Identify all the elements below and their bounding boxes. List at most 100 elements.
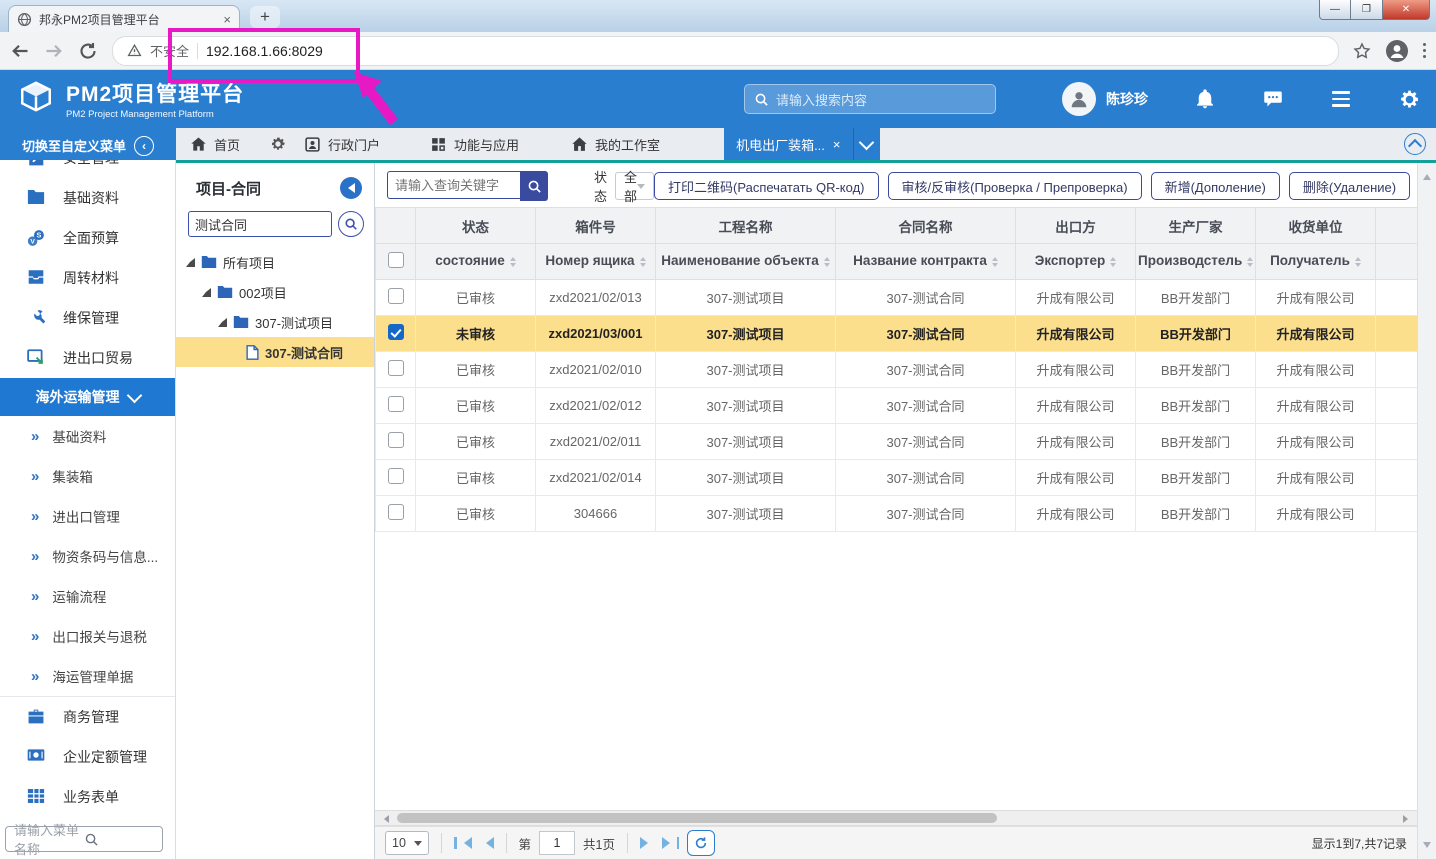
sidebar-subitem[interactable]: »运输流程	[0, 576, 175, 616]
panel-collapse-button[interactable]	[340, 177, 362, 199]
first-page-button[interactable]	[454, 837, 472, 849]
sidebar-item-shield[interactable]: 安全管理	[0, 160, 175, 178]
action-button-2[interactable]: 新增(Дополение)	[1151, 172, 1280, 200]
menu-search-input[interactable]: 请输入菜单名称	[5, 826, 163, 852]
status-select[interactable]: 全部	[615, 172, 654, 200]
notifications-bell-icon[interactable]	[1194, 88, 1216, 110]
nav-item-home[interactable]: 首页	[190, 135, 240, 154]
sort-icon[interactable]	[1110, 254, 1116, 270]
browser-profile-icon[interactable]	[1385, 39, 1409, 63]
column-header-cn[interactable]: 状态	[416, 208, 536, 244]
sidebar-item-banknote[interactable]: 企业定额管理	[0, 737, 175, 777]
column-header-ru[interactable]: Номер ящика	[536, 244, 656, 280]
nav-item-admin-portal[interactable]: 行政门户	[304, 135, 380, 154]
user-avatar[interactable]	[1062, 82, 1096, 116]
restore-button[interactable]: ❐	[1351, 0, 1383, 20]
scroll-right-icon[interactable]	[1403, 815, 1412, 823]
settings-gear-icon[interactable]	[1398, 88, 1420, 110]
sidebar-item-folder[interactable]: 基础资料	[0, 178, 175, 218]
column-header-ru[interactable]: Экспортер	[1016, 244, 1136, 280]
column-header-cn[interactable]: 箱件号	[536, 208, 656, 244]
row-checkbox[interactable]	[388, 504, 404, 520]
scroll-down-icon[interactable]	[1423, 842, 1431, 852]
sort-icon[interactable]	[510, 254, 516, 270]
tree-expander-icon[interactable]	[186, 258, 195, 267]
sort-icon[interactable]	[1355, 254, 1361, 270]
scroll-up-icon[interactable]	[1423, 170, 1431, 180]
table-row[interactable]: 已审核zxd2021/02/010307-测试项目307-测试合同升成有限公司B…	[376, 352, 1418, 388]
column-header-ru[interactable]: Получатель	[1256, 244, 1376, 280]
column-header-cn[interactable]: 合同名称	[836, 208, 1016, 244]
user-block[interactable]: 陈珍珍	[1062, 82, 1148, 116]
column-header-ru[interactable]: состояние	[416, 244, 536, 280]
tree-node-002[interactable]: 002项目	[176, 277, 374, 307]
sidebar-item-briefcase[interactable]: 商务管理	[0, 697, 175, 737]
sidebar-subitem[interactable]: »海运管理单据	[0, 656, 175, 696]
row-checkbox[interactable]	[388, 468, 404, 484]
column-header-cn[interactable]: 工程名称	[656, 208, 836, 244]
row-checkbox[interactable]	[388, 432, 404, 448]
tab-dropdown-button[interactable]	[853, 128, 880, 160]
select-all-checkbox[interactable]	[388, 252, 404, 268]
sidebar-subitem[interactable]: »物资条码与信息...	[0, 536, 175, 576]
sidebar-item-overseas-transport[interactable]: 海外运输管理	[0, 378, 175, 416]
table-row[interactable]: 已审核zxd2021/02/013307-测试项目307-测试合同升成有限公司B…	[376, 280, 1418, 316]
tree-expander-icon[interactable]	[202, 288, 211, 297]
forward-icon[interactable]	[44, 41, 64, 61]
table-row[interactable]: 已审核zxd2021/02/011307-测试项目307-测试合同升成有限公司B…	[376, 424, 1418, 460]
sidebar-subitem[interactable]: »进出口管理	[0, 496, 175, 536]
prev-page-button[interactable]	[480, 837, 494, 849]
action-button-1[interactable]: 审核/反审核(Проверка / Препроверка)	[888, 172, 1142, 200]
sidebar-item-grid[interactable]: 业务表单	[0, 777, 175, 817]
tree-search-input[interactable]	[188, 211, 332, 237]
vertical-scrollbar[interactable]	[1417, 163, 1436, 859]
column-header-ru[interactable]: Название контракта	[836, 244, 1016, 280]
column-header-cn[interactable]: 生产厂家	[1136, 208, 1256, 244]
sort-icon[interactable]	[1247, 254, 1253, 270]
page-number-input[interactable]	[539, 831, 575, 855]
global-search-input[interactable]: 请输入搜索内容	[744, 84, 996, 114]
action-button-0[interactable]: 打印二维码(Распечатать QR-код)	[654, 172, 878, 200]
reload-icon[interactable]	[78, 41, 98, 61]
sidebar-item-trade[interactable]: 进出口贸易	[0, 338, 175, 378]
tab-close-icon[interactable]: ×	[833, 137, 841, 152]
row-checkbox[interactable]	[388, 288, 404, 304]
row-checkbox[interactable]	[388, 324, 404, 340]
action-button-3[interactable]: 删除(Удаление)	[1289, 172, 1410, 200]
hamburger-menu-icon[interactable]	[1330, 88, 1352, 110]
sidebar-item-budget[interactable]: SV全面预算	[0, 218, 175, 258]
table-row[interactable]: 已审核304666307-测试项目307-测试合同升成有限公司BB开发部门升成有…	[376, 496, 1418, 532]
sort-icon[interactable]	[640, 254, 646, 270]
nav-item-my-workshop[interactable]: 我的工作室	[571, 135, 660, 154]
nav-gear-button[interactable]	[270, 136, 286, 152]
sort-icon[interactable]	[824, 254, 830, 270]
row-checkbox[interactable]	[388, 360, 404, 376]
new-tab-button[interactable]: +	[250, 6, 280, 28]
scroll-left-icon[interactable]	[380, 815, 389, 823]
sidebar-item-drawer[interactable]: 周转材料	[0, 258, 175, 298]
sort-icon[interactable]	[992, 254, 998, 270]
nav-item-functions-apps[interactable]: 功能与应用	[430, 135, 519, 154]
back-icon[interactable]	[10, 41, 30, 61]
sidebar-subitem[interactable]: »集装箱	[0, 456, 175, 496]
sidebar-subitem[interactable]: »出口报关与退税	[0, 616, 175, 656]
horizontal-scrollbar[interactable]	[375, 810, 1417, 826]
tab-close-icon[interactable]: ×	[223, 12, 231, 27]
next-page-button[interactable]	[640, 837, 654, 849]
close-button[interactable]: ✕	[1383, 0, 1430, 20]
page-size-select[interactable]: 10	[385, 831, 429, 855]
scrollbar-thumb[interactable]	[397, 813, 997, 823]
active-tab-packing-list[interactable]: 机电出厂装箱... ×	[724, 128, 852, 160]
sidebar-subitem[interactable]: »基础资料	[0, 416, 175, 456]
tree-expander-icon[interactable]	[218, 318, 227, 327]
switch-custom-menu-button[interactable]: 切换至自定义菜单 ‹	[0, 128, 176, 163]
browser-menu-icon[interactable]	[1423, 43, 1426, 58]
row-checkbox[interactable]	[388, 396, 404, 412]
minimize-button[interactable]: —	[1319, 0, 1351, 20]
table-row[interactable]: 已审核zxd2021/02/012307-测试项目307-测试合同升成有限公司B…	[376, 388, 1418, 424]
collapse-toolbar-button[interactable]	[1404, 133, 1426, 155]
last-page-button[interactable]	[662, 837, 680, 849]
tree-node-all-projects[interactable]: 所有项目	[176, 247, 374, 277]
tree-node-307-project[interactable]: 307-测试项目	[176, 307, 374, 337]
messages-chat-icon[interactable]	[1262, 88, 1284, 110]
